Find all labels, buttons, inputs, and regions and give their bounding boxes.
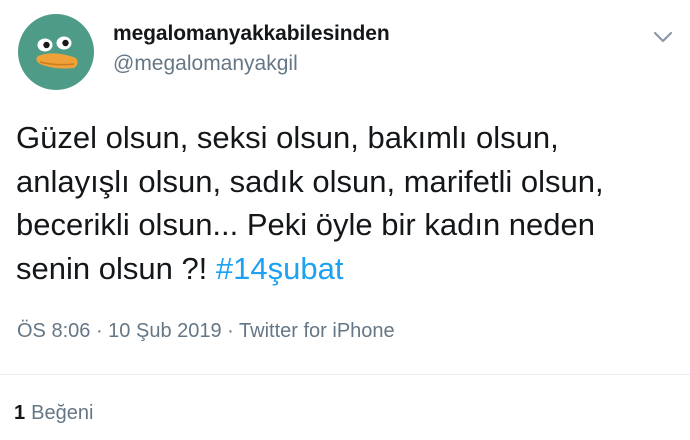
tweet-text: Güzel olsun, seksi olsun, bakımlı olsun,… [16,116,676,290]
tweet-menu-button[interactable] [650,24,676,50]
meta-separator: · [90,320,109,342]
like-count: 1 [14,402,26,424]
display-name[interactable]: megalomanyakkabilesinden [113,22,390,46]
tweet-source-link[interactable]: Twitter for iPhone [239,320,395,342]
like-stats[interactable]: 1 Beğeni [14,402,93,425]
avatar[interactable] [18,14,94,90]
tweet-header: megalomanyakkabilesinden @megalomanyakgi… [18,14,678,90]
user-handle[interactable]: @megalomanyakgil [113,52,390,76]
chevron-down-icon [653,31,673,43]
divider [0,374,690,375]
meta-separator: · [221,320,240,342]
tweet-meta: ÖS 8:06 · 10 Şub 2019 · Twitter for iPho… [17,320,395,343]
tweet-date: 10 Şub 2019 [108,320,222,342]
duck-face-icon [36,36,78,69]
like-label: Beğeni [31,402,94,424]
tweet-time: ÖS 8:06 [17,320,91,342]
hashtag-link[interactable]: #14şubat [216,251,344,286]
